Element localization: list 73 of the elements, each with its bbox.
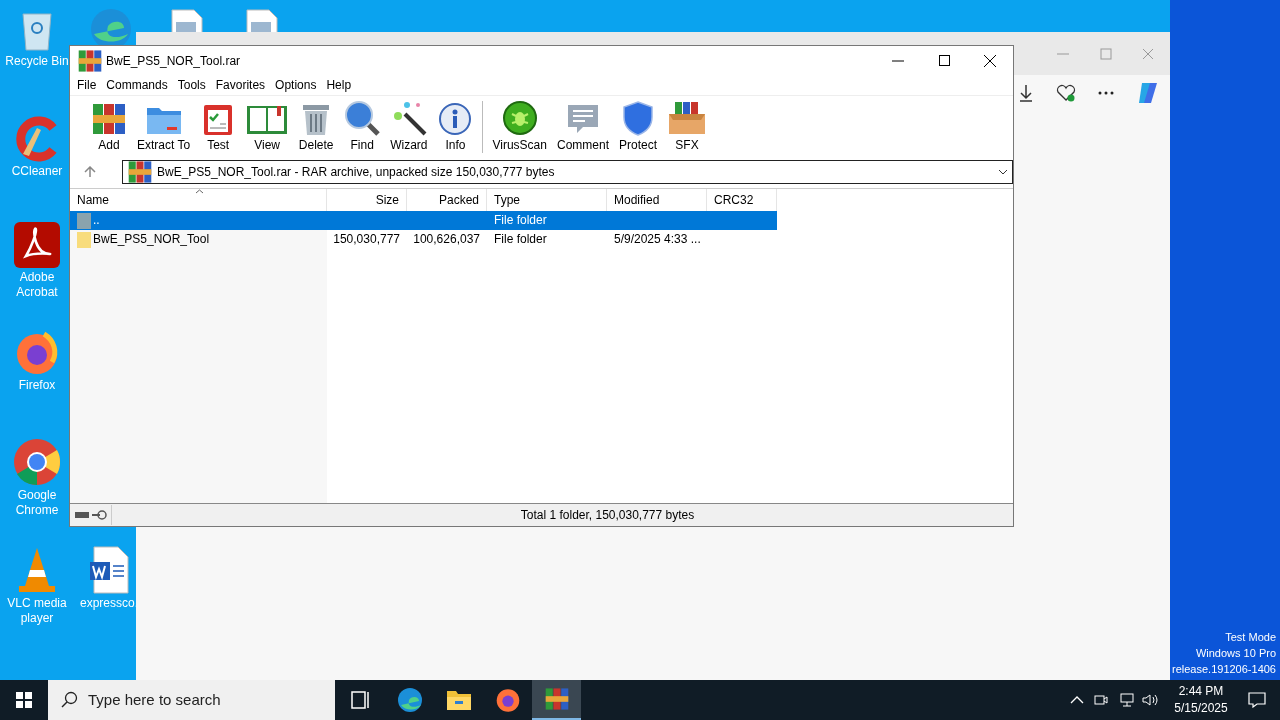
maximize-icon xyxy=(938,55,950,66)
table-cell-text: .. xyxy=(93,212,100,229)
toolbar-button[interactable]: Find xyxy=(339,100,386,154)
file-row[interactable]: BwE_PS5_NOR_Tool 150,030,777 100,626,037 File folder 5/9/2025 4:33 ... xyxy=(70,230,777,249)
table-cell-text: 150,030,777 xyxy=(333,231,400,248)
acrobat-icon xyxy=(14,222,60,268)
word-document-icon xyxy=(88,546,130,594)
notification-icon[interactable] xyxy=(1248,692,1266,708)
toolbar-button[interactable]: Extract To xyxy=(132,104,196,154)
toolbar-button[interactable]: View xyxy=(241,104,294,154)
chevron-up-icon[interactable] xyxy=(1070,696,1084,704)
task-view-icon xyxy=(350,691,371,709)
edge-icon xyxy=(88,6,134,46)
clock-date[interactable]: 5/15/2025 xyxy=(1174,700,1228,717)
menu-item[interactable]: Favorites xyxy=(210,76,271,94)
table-cell-text: File folder xyxy=(494,231,547,248)
window-title: BwE_PS5_NOR_Tool.rar xyxy=(106,52,242,70)
table-cell-text: File folder xyxy=(494,212,547,229)
toolbar-button[interactable]: Delete xyxy=(293,102,340,154)
os-watermark-text: release.191206-1406 xyxy=(1172,662,1276,677)
menu-item[interactable]: Help xyxy=(321,76,357,94)
toolbar-button[interactable]: Wizard xyxy=(385,100,433,154)
menu-item[interactable]: File xyxy=(72,76,102,94)
menu-item[interactable]: Tools xyxy=(172,76,211,94)
bug-icon xyxy=(501,100,538,136)
os-watermark-text: Windows 10 Pro xyxy=(1195,646,1276,661)
shield-icon xyxy=(622,100,654,136)
edge-icon xyxy=(396,687,423,713)
camera-icon[interactable] xyxy=(1094,693,1108,707)
search-field[interactable]: Type here to search xyxy=(48,680,335,720)
open-book-icon xyxy=(246,104,289,136)
minimize-icon xyxy=(892,59,904,62)
speaker-icon[interactable] xyxy=(1142,693,1158,707)
windows-logo-icon xyxy=(16,692,32,708)
address-bar[interactable]: BwE_PS5_NOR_Tool.rar - RAR archive, unpacked size 150,030,777 bytes xyxy=(122,160,1013,184)
table-cell-text: 5/9/2025 4:33 ... xyxy=(614,231,701,248)
chrome-icon xyxy=(13,438,61,486)
menu-item[interactable]: Commands xyxy=(101,76,173,94)
firefox-icon xyxy=(14,330,60,376)
heart-pulse-icon[interactable] xyxy=(1056,84,1076,102)
toolbar-button[interactable]: Test xyxy=(195,102,242,154)
books-stack-icon xyxy=(543,687,570,711)
status-text: Total 1 folder, 150,030,777 bytes xyxy=(519,507,696,524)
toolbar-button[interactable]: Comment xyxy=(551,102,614,154)
toolbar-button[interactable]: VirusScan xyxy=(487,100,552,154)
table-cell-text: 100,626,037 xyxy=(413,231,480,248)
more-icon[interactable] xyxy=(1098,91,1114,95)
up-arrow-icon[interactable] xyxy=(84,166,96,178)
os-watermark-text: Test Mode xyxy=(1225,630,1276,645)
books-stack-icon xyxy=(127,160,153,184)
clock-time[interactable]: 2:44 PM xyxy=(1178,683,1224,700)
box-icon xyxy=(667,100,707,136)
firefox-icon xyxy=(494,687,521,713)
network-icon[interactable] xyxy=(1118,693,1134,707)
info-icon xyxy=(438,102,473,136)
clipboard-check-icon xyxy=(202,102,235,136)
books-stack-icon xyxy=(91,102,127,136)
parent-folder-icon xyxy=(77,212,91,229)
close-icon xyxy=(984,54,996,67)
toolbar-button[interactable]: Info xyxy=(432,102,479,154)
toolbar-button[interactable]: SFX xyxy=(662,100,712,154)
key-icon xyxy=(91,510,107,520)
toolbar-button[interactable]: Protect xyxy=(614,100,662,154)
magnifier-icon xyxy=(344,100,381,136)
books-stack-icon xyxy=(77,48,103,73)
toolbar-button[interactable]: Add xyxy=(86,102,132,154)
search-icon xyxy=(60,691,78,709)
drive-icon xyxy=(75,512,89,518)
folder-icon xyxy=(445,689,472,711)
table-cell-text: BwE_PS5_NOR_Tool xyxy=(93,231,210,248)
download-icon[interactable] xyxy=(1018,84,1034,102)
file-row[interactable]: .. File folder xyxy=(70,211,777,230)
menu-item[interactable]: Options xyxy=(270,76,322,94)
